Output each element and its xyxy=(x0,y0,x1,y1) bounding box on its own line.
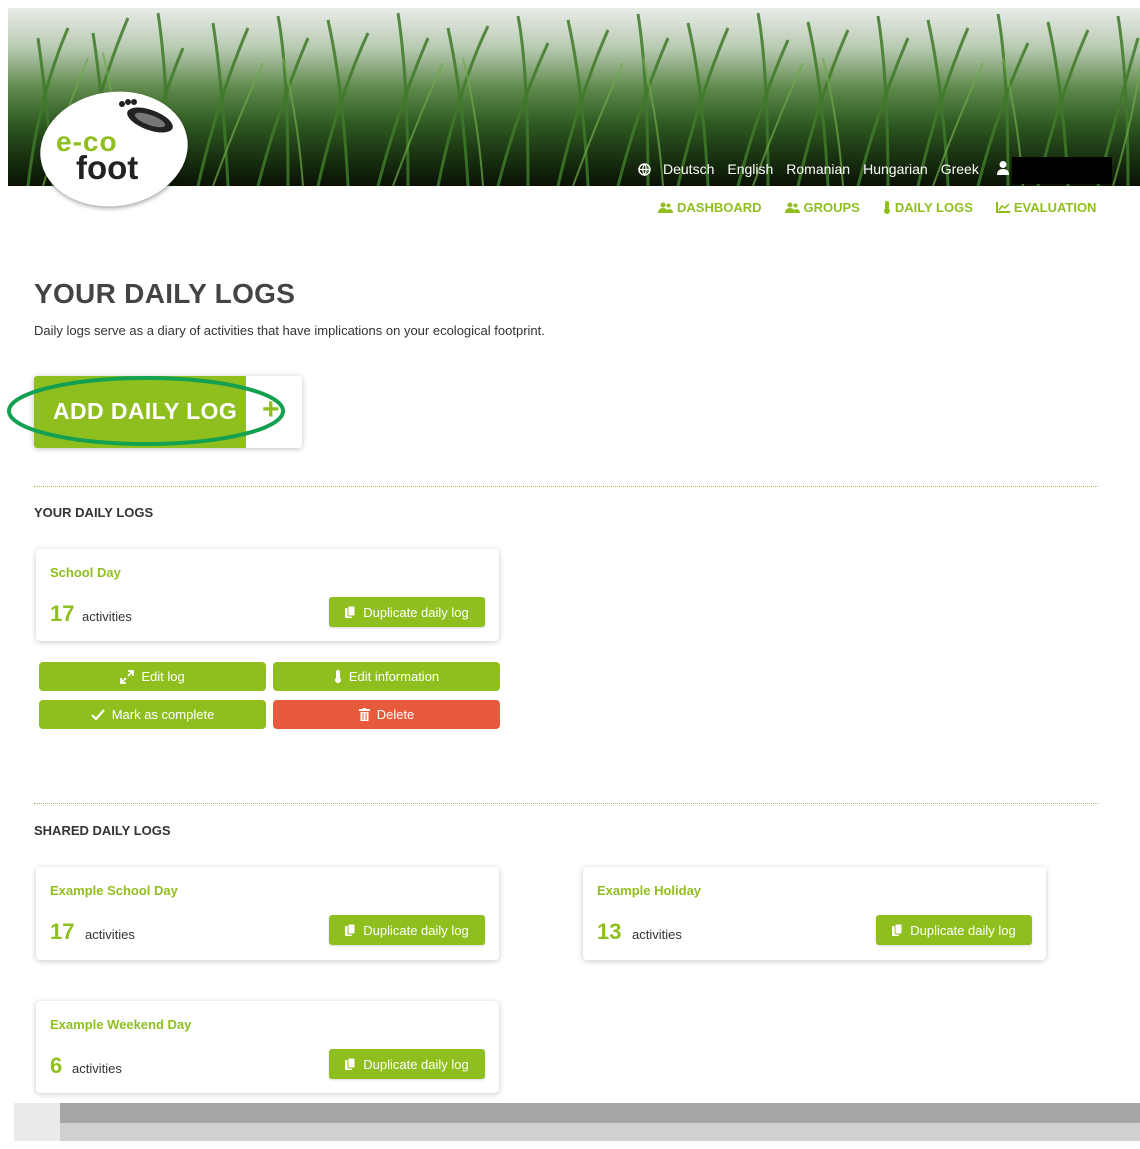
duplicate-log-button[interactable]: Duplicate daily log xyxy=(329,1049,485,1079)
users-icon xyxy=(784,202,800,213)
log-activity-unit: activities xyxy=(82,609,132,624)
delete-label: Delete xyxy=(376,707,415,722)
edit-information-label: Edit information xyxy=(348,669,440,684)
section-divider xyxy=(34,803,1098,804)
log-activity-count: 17 xyxy=(50,601,75,626)
log-activity-count: 6 xyxy=(50,1053,63,1078)
log-activity-unit: activities xyxy=(632,927,682,942)
copy-icon xyxy=(345,1058,356,1070)
nav-evaluation-label: EVALUATION xyxy=(1013,200,1097,215)
language-link-greek[interactable]: Greek xyxy=(941,161,979,177)
page-intro: Daily logs serve as a diary of activitie… xyxy=(34,323,545,338)
log-activity-unit: activities xyxy=(72,1061,122,1076)
users-icon xyxy=(658,202,673,213)
user-name-redacted[interactable] xyxy=(1012,157,1112,184)
main-nav: DASHBOARD GROUPS DAILY LOGS EVALUATION xyxy=(658,200,1096,215)
page-title: YOUR DAILY LOGS xyxy=(34,278,296,309)
nav-evaluation[interactable]: EVALUATION xyxy=(995,200,1097,215)
nav-groups[interactable]: GROUPS xyxy=(784,200,860,215)
footer-block xyxy=(60,1123,1140,1141)
nav-daily-logs[interactable]: DAILY LOGS xyxy=(883,200,973,215)
daily-log-card: School Day 17 activities Duplicate daily… xyxy=(36,549,499,641)
logo-text-foot: foot xyxy=(76,149,139,186)
thermometer-icon xyxy=(334,670,341,683)
copy-icon xyxy=(892,924,903,936)
delete-button[interactable]: Delete xyxy=(273,700,500,729)
user-icon[interactable] xyxy=(996,160,1010,176)
nav-dashboard-label: DASHBOARD xyxy=(677,200,762,215)
globe-icon xyxy=(638,162,651,176)
language-link-deutsch[interactable]: Deutsch xyxy=(663,161,714,177)
duplicate-label: Duplicate daily log xyxy=(363,922,469,938)
shared-log-card: Example Holiday 13 activities Duplicate … xyxy=(583,867,1046,960)
chart-icon xyxy=(995,202,1010,213)
mark-complete-button[interactable]: Mark as complete xyxy=(39,700,266,729)
nav-groups-label: GROUPS xyxy=(803,200,860,215)
log-activity-count: 13 xyxy=(597,919,622,944)
checkmark-icon xyxy=(90,708,105,721)
language-bar: Deutsch English Romanian Hungarian Greek xyxy=(638,160,992,178)
duplicate-label: Duplicate daily log xyxy=(363,604,469,620)
footprint-icon xyxy=(119,99,173,133)
log-name: Example Weekend Day xyxy=(50,1017,192,1032)
log-name: Example School Day xyxy=(50,883,178,898)
duplicate-label: Duplicate daily log xyxy=(910,922,1016,938)
edit-log-label: Edit log xyxy=(141,669,185,684)
copy-icon xyxy=(345,924,356,936)
mark-complete-label: Mark as complete xyxy=(111,707,215,722)
section-divider xyxy=(34,486,1098,487)
language-link-hungarian[interactable]: Hungarian xyxy=(863,161,928,177)
log-name: School Day xyxy=(50,565,121,580)
log-name: Example Holiday xyxy=(597,883,702,898)
your-logs-heading: YOUR DAILY LOGS xyxy=(34,505,154,520)
footer-block xyxy=(14,1103,60,1141)
expand-icon xyxy=(120,669,135,684)
nav-daily-logs-label: DAILY LOGS xyxy=(894,200,973,215)
shared-log-card: Example Weekend Day 6 activities Duplica… xyxy=(36,1001,499,1093)
log-activity-unit: activities xyxy=(85,927,135,942)
duplicate-log-button[interactable]: Duplicate daily log xyxy=(876,915,1032,945)
duplicate-log-button[interactable]: Duplicate daily log xyxy=(329,915,485,945)
edit-log-button[interactable]: Edit log xyxy=(39,662,266,691)
highlight-oval-annotation xyxy=(7,376,285,446)
language-link-romanian[interactable]: Romanian xyxy=(786,161,850,177)
shared-log-card: Example School Day 17 activities Duplica… xyxy=(36,867,499,960)
language-link-english[interactable]: English xyxy=(727,161,773,177)
nav-dashboard[interactable]: DASHBOARD xyxy=(658,200,762,215)
thermometer-icon xyxy=(883,201,890,214)
duplicate-label: Duplicate daily log xyxy=(363,1056,469,1072)
copy-icon xyxy=(345,606,356,618)
edit-information-button[interactable]: Edit information xyxy=(273,662,500,691)
footer-bar xyxy=(0,1103,1140,1149)
log-activity-count: 17 xyxy=(50,919,75,944)
duplicate-log-button[interactable]: Duplicate daily log xyxy=(329,597,485,627)
shared-logs-heading: SHARED DAILY LOGS xyxy=(34,823,171,838)
trash-icon xyxy=(358,708,370,721)
footer-block xyxy=(60,1103,1140,1123)
